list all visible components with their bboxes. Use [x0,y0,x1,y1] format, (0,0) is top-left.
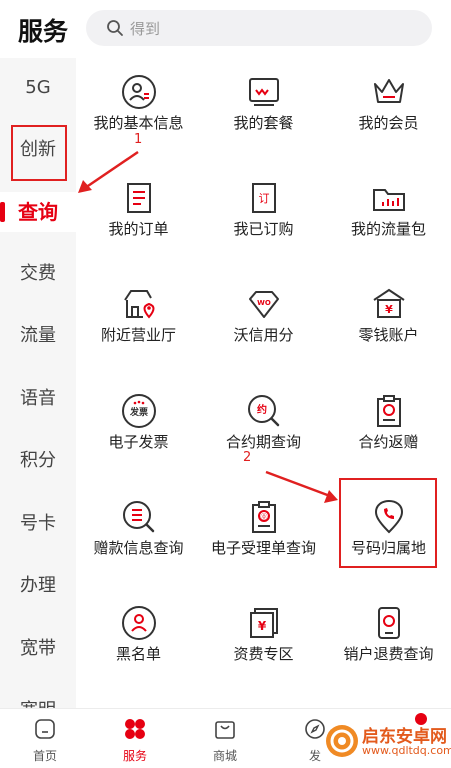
invoice-glyph: 发票 [129,406,148,418]
wallet-glyph: ¥ [385,303,393,316]
sidebar-item-label: 查询 [18,200,58,224]
wallet-icon: ¥ [373,288,405,318]
grid-item-label: 合约期查询 [225,433,301,451]
grid-item-membership[interactable]: 我的会员 [326,66,451,172]
annotation-arrow-2 [265,470,338,503]
grid-item-e-invoice[interactable]: 发票 电子发票 [76,385,201,491]
grid-item-credit-score[interactable]: WO 沃信用分 [201,278,326,384]
header: 服务 得到 [0,0,451,58]
contract-search-icon: 约 [248,395,280,427]
grid-item-data-package[interactable]: 我的流量包 [326,172,451,278]
grid-item-subscribed[interactable]: 订 我已订购 [201,172,326,278]
sidebar-item-handle[interactable]: 办理 [0,566,76,606]
sidebar-item-query[interactable]: 查询 [0,192,76,232]
grid-item-label: 黑名单 [115,645,161,663]
sidebar-item-simcard[interactable]: 号卡 [0,504,76,544]
search-input[interactable]: 得到 [86,10,432,46]
highlight-box-number-location [339,478,437,568]
grid-item-nearby-store[interactable]: 附近营业厅 [76,278,201,384]
highlight-box-query [11,125,67,181]
watermark: 启东安卓网 www.qdltdq.com [318,720,451,762]
search-placeholder: 得到 [130,20,161,38]
diamond-glyph: WO [257,299,271,307]
sidebar-item-points[interactable]: 积分 [0,441,76,481]
annotation-arrow-1 [78,150,139,193]
receipt-glyph: ⓪ [261,513,268,521]
sidebar-item-broadband[interactable]: 宽带 [0,629,76,669]
grid-item-tariff-zone[interactable]: ¥ 资费专区 [201,597,326,703]
service-icon [125,719,145,739]
tab-service[interactable]: 服务 [90,709,180,768]
grid-item-label: 资费专区 [233,645,294,663]
data-package-icon [373,189,405,211]
subscribed-icon: 订 [252,183,276,213]
tariff-icon: ¥ [250,608,278,638]
sidebar-item-data[interactable]: 流量 [0,316,76,356]
subscribed-glyph: 订 [259,192,270,205]
tab-label: 商城 [212,749,237,763]
grid-item-my-package[interactable]: 我的套餐 [201,66,326,172]
sidebar-item-5g[interactable]: 5G [0,68,76,108]
tab-home[interactable]: 首页 [0,709,90,768]
package-icon [249,78,279,106]
grid-item-label: 我的流量包 [350,220,426,238]
watermark-url: www.qdltdq.com [362,744,451,757]
grid-item-label: 附近营业厅 [100,326,176,344]
crown-icon [374,79,404,103]
store-location-icon [124,290,155,319]
grid-item-wallet[interactable]: ¥ 零钱账户 [326,278,451,384]
diamond-icon: WO [249,291,279,318]
grant-info-icon [123,501,155,533]
grid-item-label: 我的套餐 [233,114,294,132]
grid-item-label: 零钱账户 [358,326,419,344]
tariff-glyph: ¥ [258,619,267,633]
refund-icon [378,607,400,639]
shopping-bag-icon [215,721,235,739]
tab-mall[interactable]: 商城 [180,709,270,768]
search-icon [107,20,123,36]
contract-glyph: 约 [257,403,267,416]
tab-label: 服务 [122,749,147,763]
invoice-icon: 发票 [122,394,156,428]
active-indicator [0,202,5,222]
grid-item-label: 销户退费查询 [343,645,434,663]
tab-label: 首页 [32,749,57,763]
grid-item-label: 沃信用分 [233,326,294,344]
sidebar-item-voice[interactable]: 语音 [0,379,76,419]
grid-item-label: 电子受理单查询 [210,539,316,557]
sidebar-item-payment[interactable]: 交费 [0,254,76,294]
grid-item-label: 合约返赠 [358,433,419,451]
grid-item-label: 我已订购 [233,220,294,238]
user-info-icon [122,75,156,109]
grid-item-grant-info[interactable]: 赠款信息查询 [76,491,201,597]
grid-item-label: 电子发票 [108,433,169,451]
page-title: 服务 [18,17,69,46]
grid-item-label: 我的会员 [358,114,419,132]
blacklist-icon [122,606,156,640]
contract-gift-icon [377,395,401,427]
home-icon [35,719,55,739]
watermark-logo [326,725,358,757]
grid-item-label: 我的订单 [108,220,169,238]
grid-item-label: 我的基本信息 [93,114,184,132]
grid-item-refund-query[interactable]: 销户退费查询 [326,597,451,703]
grid-item-blacklist[interactable]: 黑名单 [76,597,201,703]
sidebar-item-more[interactable]: 宽明 [0,691,76,708]
grid-item-label: 赠款信息查询 [93,539,184,557]
